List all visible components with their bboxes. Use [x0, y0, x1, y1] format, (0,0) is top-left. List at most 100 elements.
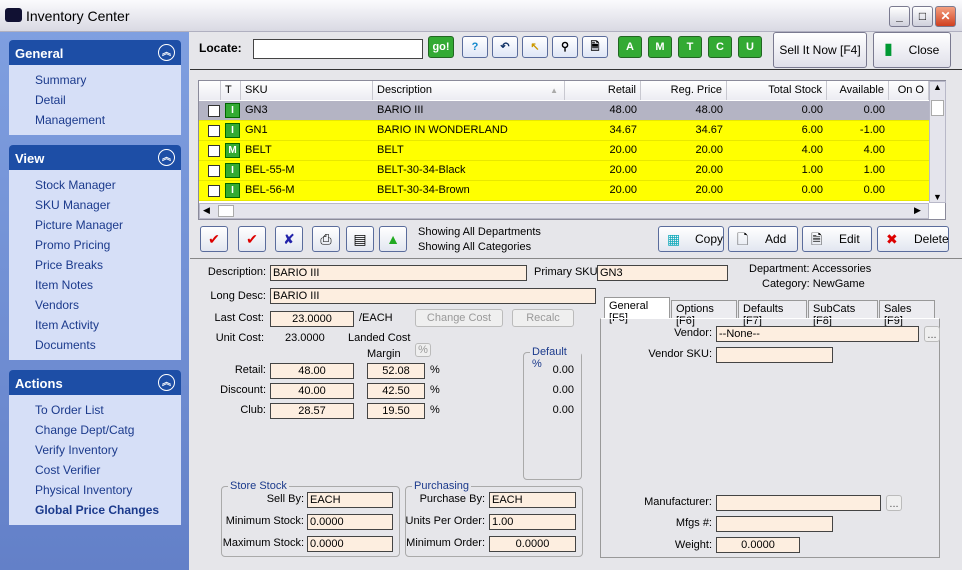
filter-U-button[interactable]: U: [738, 36, 762, 58]
sidebar-item-view-2[interactable]: Picture Manager: [9, 215, 181, 235]
scroll-left-icon[interactable]: ◀: [203, 205, 210, 216]
vendor-browse-button[interactable]: ...: [924, 326, 940, 342]
sidebar-item-view-8[interactable]: Documents: [9, 335, 181, 355]
column-header-0[interactable]: T: [221, 81, 241, 100]
row-checkbox[interactable]: [208, 165, 220, 177]
manufacturer-browse-button[interactable]: ...: [886, 495, 902, 511]
sidebar-item-actions-0[interactable]: To Order List: [9, 400, 181, 420]
sidebar-item-actions-2[interactable]: Verify Inventory: [9, 440, 181, 460]
vendor-sku-input[interactable]: [716, 347, 833, 363]
mfgs-input[interactable]: [716, 516, 833, 532]
column-header-1[interactable]: SKU: [241, 81, 373, 100]
sidebar-item-actions-4[interactable]: Physical Inventory: [9, 480, 181, 500]
copy-button[interactable]: ▦ Copy: [658, 226, 724, 252]
vertical-scrollbar[interactable]: ▲ ▼: [929, 81, 946, 203]
close-button[interactable]: ▮ Close: [873, 32, 951, 68]
check-all-icon[interactable]: ✔: [238, 226, 266, 252]
hscroll-thumb[interactable]: [218, 205, 234, 217]
binoculars-icon[interactable]: ⚲: [552, 36, 578, 58]
table-row[interactable]: I BEL-56-M BELT-30-34-Brown 20.00 20.00 0.00 0…: [199, 181, 929, 201]
collapse-icon[interactable]: ︽: [158, 374, 175, 391]
price-input[interactable]: 40.00: [270, 383, 354, 399]
min-stock-input[interactable]: 0.0000: [307, 514, 393, 530]
edit-button[interactable]: 🗎 Edit: [802, 226, 872, 252]
column-header-7[interactable]: On O: [889, 81, 929, 100]
go-button[interactable]: go!: [428, 36, 454, 58]
scroll-right-icon[interactable]: ▶: [914, 205, 921, 216]
horizontal-scrollbar[interactable]: ◀ ▶: [199, 203, 929, 219]
change-cost-button[interactable]: Change Cost: [415, 309, 503, 327]
sidebar-panel-general-header[interactable]: General ︽: [9, 40, 181, 65]
sidebar-item-view-6[interactable]: Vendors: [9, 295, 181, 315]
columns-icon[interactable]: ▤: [346, 226, 374, 252]
document-search-icon[interactable]: 🗎: [582, 36, 608, 58]
vendor-input[interactable]: --None--: [716, 326, 919, 342]
row-checkbox[interactable]: [208, 185, 220, 197]
min-order-input[interactable]: 0.0000: [489, 536, 576, 552]
delete-button[interactable]: ✖ Delete: [877, 226, 949, 252]
scroll-up-icon[interactable]: ▲: [930, 82, 945, 98]
maximize-button[interactable]: □: [912, 6, 933, 27]
units-per-order-input[interactable]: 1.00: [489, 514, 576, 530]
primary-sku-input[interactable]: GN3: [597, 265, 728, 281]
locate-input[interactable]: [253, 39, 423, 59]
sidebar-item-view-4[interactable]: Price Breaks: [9, 255, 181, 275]
filter-A-button[interactable]: A: [618, 36, 642, 58]
check-icon[interactable]: ✔: [200, 226, 228, 252]
scroll-thumb[interactable]: [931, 100, 944, 116]
tab-4[interactable]: Sales [F9]: [879, 300, 935, 327]
filter-M-button[interactable]: M: [648, 36, 672, 58]
description-input[interactable]: BARIO III: [270, 265, 527, 281]
long-desc-input[interactable]: BARIO III: [270, 288, 596, 304]
tab-0[interactable]: General [F5]: [604, 297, 670, 324]
table-row[interactable]: I GN3 BARIO III 48.00 48.00 0.00 0.00: [199, 101, 929, 121]
sell-by-input[interactable]: EACH: [307, 492, 393, 508]
table-row[interactable]: M BELT BELT 20.00 20.00 4.00 4.00: [199, 141, 929, 161]
print-icon[interactable]: ⎙: [312, 226, 340, 252]
tab-1[interactable]: Options [F6]: [671, 300, 737, 327]
percent-button[interactable]: %: [415, 343, 431, 357]
column-header-4[interactable]: Reg. Price: [641, 81, 727, 100]
sidebar-item-view-7[interactable]: Item Activity: [9, 315, 181, 335]
collapse-icon[interactable]: ︽: [158, 149, 175, 166]
collapse-icon[interactable]: ︽: [158, 44, 175, 61]
table-row[interactable]: I BEL-55-M BELT-30-34-Black 20.00 20.00 1.00 1…: [199, 161, 929, 181]
sidebar-item-view-0[interactable]: Stock Manager: [9, 175, 181, 195]
column-header-6[interactable]: Available: [827, 81, 889, 100]
margin-input[interactable]: 52.08: [367, 363, 425, 379]
sidebar-item-view-1[interactable]: SKU Manager: [9, 195, 181, 215]
sidebar-item-view-5[interactable]: Item Notes: [9, 275, 181, 295]
filter-C-button[interactable]: C: [708, 36, 732, 58]
last-cost-input[interactable]: 23.0000: [270, 311, 354, 327]
sidebar-item-general-0[interactable]: Summary: [9, 70, 181, 90]
export-icon[interactable]: ▲: [379, 226, 407, 252]
sidebar-item-actions-5[interactable]: Global Price Changes: [9, 500, 181, 520]
sell-it-now-button[interactable]: Sell It Now [F4]: [773, 32, 867, 68]
help-icon[interactable]: ?: [462, 36, 488, 58]
margin-input[interactable]: 42.50: [367, 383, 425, 399]
manufacturer-input[interactable]: [716, 495, 881, 511]
minimize-button[interactable]: _: [889, 6, 910, 27]
recalc-button[interactable]: Recalc: [512, 309, 574, 327]
price-input[interactable]: 28.57: [270, 403, 354, 419]
filter-T-button[interactable]: T: [678, 36, 702, 58]
sidebar-item-actions-1[interactable]: Change Dept/Catg: [9, 420, 181, 440]
column-header-2[interactable]: Description ▲: [373, 81, 565, 100]
tab-2[interactable]: Defaults [F7]: [738, 300, 807, 327]
row-checkbox[interactable]: [208, 145, 220, 157]
arrow-icon[interactable]: ↖: [522, 36, 548, 58]
sidebar-item-general-2[interactable]: Management: [9, 110, 181, 130]
column-header-select[interactable]: [199, 81, 221, 100]
column-header-3[interactable]: Retail: [565, 81, 641, 100]
margin-input[interactable]: 19.50: [367, 403, 425, 419]
close-window-button[interactable]: ✕: [935, 6, 956, 27]
sidebar-panel-actions-header[interactable]: Actions ︽: [9, 370, 181, 395]
row-checkbox[interactable]: [208, 125, 220, 137]
scroll-down-icon[interactable]: ▼: [930, 192, 945, 202]
row-checkbox[interactable]: [208, 105, 220, 117]
column-header-5[interactable]: Total Stock: [727, 81, 827, 100]
table-row[interactable]: I GN1 BARIO IN WONDERLAND 34.67 34.67 6.00 -1.…: [199, 121, 929, 141]
back-icon[interactable]: ↶: [492, 36, 518, 58]
uncheck-all-icon[interactable]: ✘: [275, 226, 303, 252]
tab-3[interactable]: SubCats [F8]: [808, 300, 878, 327]
